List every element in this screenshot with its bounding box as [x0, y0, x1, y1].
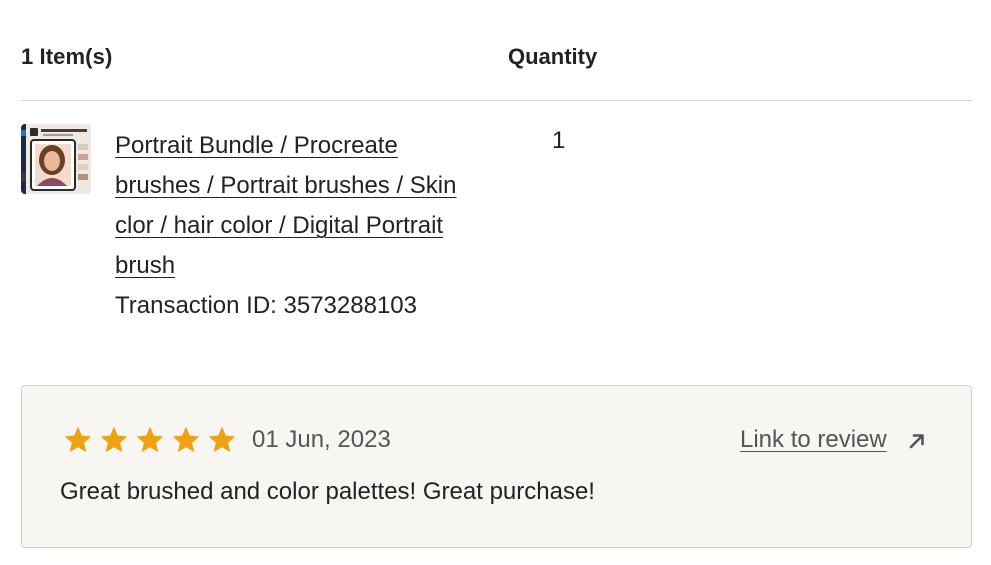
order-item-row: Portrait Bundle / Procreate brushes / Po… — [21, 124, 972, 334]
transaction-id: Transaction ID: 3573288103 — [115, 292, 417, 319]
review-card: 01 Jun, 2023 Link to review Great brushe… — [21, 385, 972, 548]
star-rating — [62, 424, 238, 460]
review-text: Great brushed and color palettes! Great … — [60, 478, 595, 505]
quantity-value: 1 — [552, 127, 566, 154]
product-thumbnail-image — [21, 124, 91, 194]
review-date: 01 Jun, 2023 — [252, 426, 391, 453]
product-thumbnail[interactable] — [21, 124, 91, 194]
order-items-header: 1 Item(s) Quantity — [21, 0, 972, 101]
star-icon — [172, 426, 200, 453]
arrow-up-right-icon[interactable] — [906, 430, 928, 452]
quantity-heading: Quantity — [508, 44, 598, 69]
star-icon — [136, 426, 164, 453]
product-title-link[interactable]: Portrait Bundle / Procreate brushes / Po… — [115, 126, 475, 286]
star-icon — [64, 426, 92, 453]
star-icon — [208, 426, 236, 453]
items-count-heading: 1 Item(s) — [21, 44, 113, 69]
link-to-review[interactable]: Link to review — [740, 426, 887, 454]
star-icon — [100, 426, 128, 453]
